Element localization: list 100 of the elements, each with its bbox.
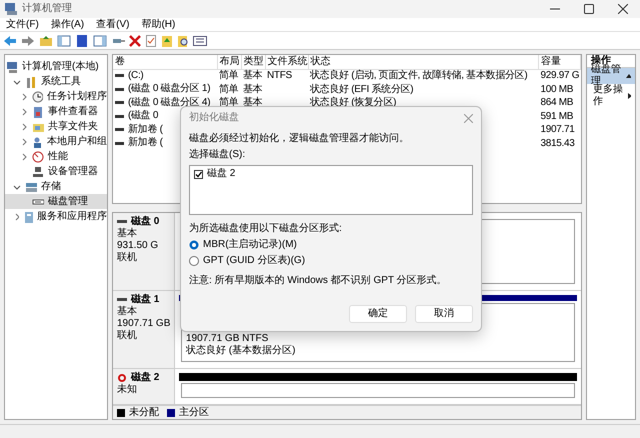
volume-name: 新加卷 ( xyxy=(128,124,163,136)
checkbox[interactable] xyxy=(194,170,203,178)
dialog-title: 初始化磁盘 xyxy=(189,112,239,124)
disk-listbox[interactable]: 磁盘 2 xyxy=(189,165,473,215)
tree-item[interactable]: 服务和应用程序 xyxy=(5,209,107,224)
menu-item[interactable]: 查看(V) xyxy=(90,18,136,30)
chevron-icon[interactable] xyxy=(20,92,28,100)
menu-item[interactable]: 帮助(H) xyxy=(135,18,182,30)
users-icon xyxy=(32,136,43,148)
radio-button[interactable] xyxy=(189,240,199,250)
partition-box[interactable] xyxy=(181,383,575,398)
disk-info: 基本 xyxy=(117,228,138,240)
tree-label: 事件查看器 xyxy=(48,106,98,118)
table-cell: 864 MB xyxy=(540,97,574,108)
table-cell: 1907.71 xyxy=(540,124,575,136)
table-cell: 基本 xyxy=(243,70,262,82)
disk-info: 联机 xyxy=(117,252,138,264)
table-cell: 100 MB xyxy=(540,84,574,95)
chevron-icon[interactable] xyxy=(13,182,21,190)
tree-label: 磁盘管理 xyxy=(48,196,88,208)
column-header[interactable]: 布局 xyxy=(217,55,241,69)
chevron-icon[interactable] xyxy=(20,138,28,146)
disk-name: 磁盘 2 xyxy=(131,372,160,384)
folder-up-icon[interactable] xyxy=(39,34,53,46)
menu-item[interactable]: 操作(A) xyxy=(44,18,90,30)
table-cell: 基本 xyxy=(243,84,262,95)
tools-icon xyxy=(25,76,37,88)
dialog-message: 磁盘必须经过初始化，逻辑磁盘管理器才能访问。 xyxy=(189,133,410,145)
app-icon xyxy=(4,2,18,16)
disk-name: 磁盘 1 xyxy=(131,294,160,306)
table-cell: NTFS xyxy=(267,70,292,82)
column-header[interactable]: 容量 xyxy=(538,55,580,69)
partition-info: 1907.71 GB NTFS xyxy=(186,333,270,344)
tree-item[interactable]: 共享文件夹 xyxy=(5,119,107,134)
maximize-icon[interactable] xyxy=(584,4,594,14)
computer-icon xyxy=(6,60,18,72)
menu-item[interactable]: 文件(F) xyxy=(0,18,45,30)
tree-item[interactable]: 任务计划程序 xyxy=(5,89,107,104)
disk-info: 基本 xyxy=(117,306,138,318)
chevron-icon[interactable] xyxy=(20,108,28,116)
table-cell: 状态良好 (启动, 页面文件, 故障转储, 基本数据分区) xyxy=(310,70,528,82)
forward-arrow-icon[interactable] xyxy=(21,34,35,46)
tree-label: 存储 xyxy=(41,180,61,192)
tree-item[interactable]: 存储 xyxy=(5,179,107,194)
tree-label: 服务和应用程序 xyxy=(37,210,107,222)
tree-label: 任务计划程序 xyxy=(47,90,107,102)
back-arrow-icon[interactable] xyxy=(3,34,17,46)
disk-info: 未知 xyxy=(117,384,138,396)
panel-icon[interactable] xyxy=(57,34,71,46)
dialog-button[interactable]: 确定 xyxy=(349,305,407,323)
tree-item[interactable]: 事件查看器 xyxy=(5,104,107,119)
tree-item[interactable]: 系统工具 xyxy=(5,74,107,89)
column-header[interactable]: 状态 xyxy=(308,55,538,69)
tree-label: 共享文件夹 xyxy=(48,120,98,132)
collapse-icon[interactable] xyxy=(626,74,631,78)
disk-info: 931.50 G xyxy=(117,240,160,252)
chevron-icon[interactable] xyxy=(13,78,21,86)
note-text: 注意: 所有早期版本的 Windows 都不识别 GPT 分区形式。 xyxy=(189,275,448,287)
chevron-icon[interactable] xyxy=(20,152,28,160)
tree-item[interactable]: 计算机管理(本地) xyxy=(5,59,107,74)
document-check-icon[interactable] xyxy=(145,34,157,46)
disk-info: 联机 xyxy=(117,330,138,342)
tree-item[interactable]: 性能 xyxy=(5,149,107,164)
disk-name: 磁盘 0 xyxy=(131,216,160,228)
tree-item[interactable]: 设备管理器 xyxy=(5,164,107,179)
volume-name: (C:) xyxy=(128,70,144,82)
close-icon[interactable] xyxy=(618,4,628,14)
table-cell: 状态良好 (EFI 系统分区) xyxy=(310,84,414,95)
column-header[interactable]: 类型 xyxy=(241,55,265,69)
panel-icon[interactable] xyxy=(93,34,107,46)
radio-label[interactable]: GPT (GUID 分区表)(G) xyxy=(203,255,306,267)
log-icon xyxy=(32,106,44,118)
table-cell: 简单 xyxy=(219,70,238,82)
column-header[interactable]: 卷 xyxy=(113,55,217,69)
tree-label: 计算机管理(本地) xyxy=(22,60,99,72)
tree-label: 性能 xyxy=(48,150,68,162)
list-window-icon[interactable] xyxy=(193,34,207,46)
tree-item[interactable]: 本地用户和组 xyxy=(5,134,107,149)
disk-info: 1907.71 GB xyxy=(117,318,170,330)
table-cell: 591 MB xyxy=(540,110,574,122)
services-icon xyxy=(23,210,33,222)
chevron-icon[interactable] xyxy=(13,212,20,220)
volume-name: (磁盘 0 磁盘分区 1) xyxy=(128,83,210,95)
tree-item[interactable]: 磁盘管理 xyxy=(5,194,107,209)
partition-style-label: 为所选磁盘使用以下磁盘分区形式: xyxy=(189,223,343,235)
table-cell: 基本 xyxy=(243,97,262,108)
table-cell: 简单 xyxy=(219,97,238,108)
chevron-icon[interactable] xyxy=(20,122,28,130)
error-disk-icon xyxy=(117,373,127,383)
list-item[interactable]: 磁盘 2 xyxy=(207,168,236,180)
delete-icon[interactable] xyxy=(129,34,141,46)
device-icon xyxy=(32,166,44,178)
column-header[interactable]: 文件系统 xyxy=(265,55,308,69)
table-cell: 929.97 G xyxy=(540,70,580,82)
window-title: 计算机管理 xyxy=(22,3,72,15)
folder-search-icon[interactable] xyxy=(177,34,189,46)
legend-label: 未分配 xyxy=(129,406,159,418)
radio-button[interactable] xyxy=(189,256,199,266)
dialog-button[interactable]: 取消 xyxy=(415,305,473,323)
radio-label[interactable]: MBR(主启动记录)(M) xyxy=(203,239,297,251)
